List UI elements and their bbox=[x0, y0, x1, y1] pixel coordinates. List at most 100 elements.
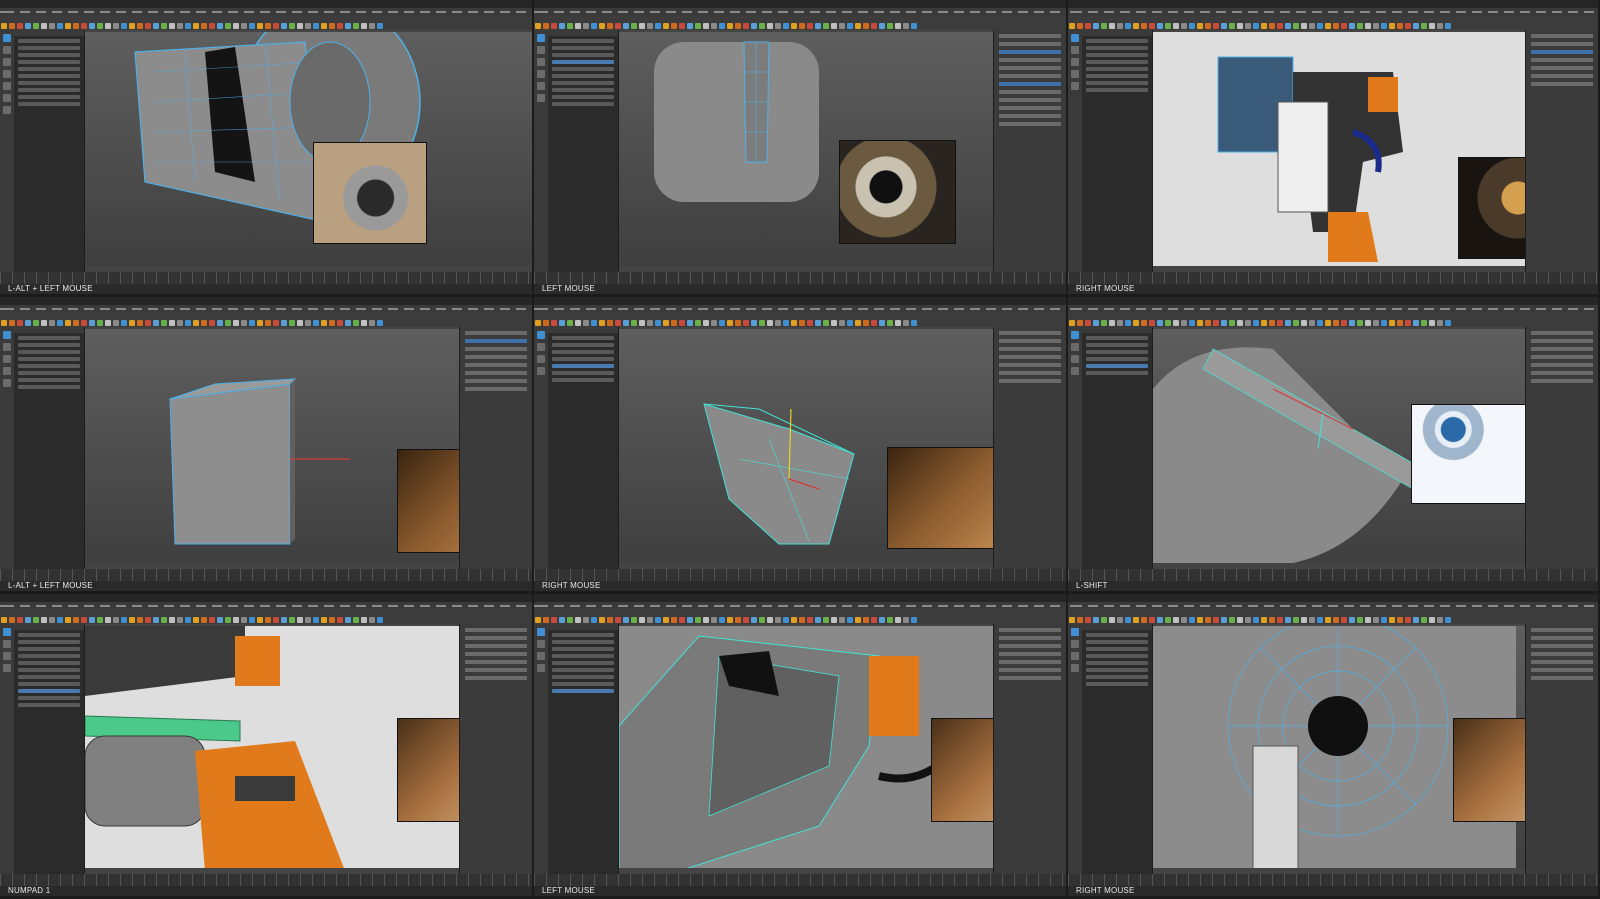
shelf-icon[interactable] bbox=[1085, 320, 1091, 326]
shelf-icon[interactable] bbox=[1173, 320, 1179, 326]
shelf-icon[interactable] bbox=[121, 320, 127, 326]
shelf-icon[interactable] bbox=[225, 320, 231, 326]
shelf-icon[interactable] bbox=[639, 320, 645, 326]
shelf-icon[interactable] bbox=[1117, 320, 1123, 326]
shelf-icon[interactable] bbox=[1165, 320, 1171, 326]
shelf-icon[interactable] bbox=[1149, 23, 1155, 29]
shelf-icon[interactable] bbox=[329, 23, 335, 29]
tool-icon[interactable] bbox=[537, 82, 545, 90]
shelf-icon[interactable] bbox=[719, 320, 725, 326]
outliner-panel[interactable] bbox=[14, 30, 85, 272]
shelf-icon[interactable] bbox=[1261, 617, 1267, 623]
shelf-icon[interactable] bbox=[1373, 23, 1379, 29]
shelf-icon[interactable] bbox=[193, 320, 199, 326]
shelf-icon[interactable] bbox=[1157, 320, 1163, 326]
shelf-icon[interactable] bbox=[735, 23, 741, 29]
shelf-icon[interactable] bbox=[233, 23, 239, 29]
shelf-icon[interactable] bbox=[249, 23, 255, 29]
shelf-icon[interactable] bbox=[201, 617, 207, 623]
outliner-panel[interactable] bbox=[1082, 327, 1153, 569]
shelf-icon[interactable] bbox=[1205, 320, 1211, 326]
shelf-icon[interactable] bbox=[1325, 617, 1331, 623]
shelf-icon[interactable] bbox=[719, 23, 725, 29]
shelf-icon[interactable] bbox=[1301, 23, 1307, 29]
shelf-icon[interactable] bbox=[871, 23, 877, 29]
tool-shelf[interactable] bbox=[534, 313, 1066, 327]
shelf-icon[interactable] bbox=[353, 23, 359, 29]
shelf-icon[interactable] bbox=[559, 23, 565, 29]
shelf-icon[interactable] bbox=[209, 320, 215, 326]
shelf-icon[interactable] bbox=[1253, 320, 1259, 326]
select-tool-icon[interactable] bbox=[3, 34, 11, 42]
shelf-icon[interactable] bbox=[767, 23, 773, 29]
shelf-icon[interactable] bbox=[591, 320, 597, 326]
shelf-icon[interactable] bbox=[289, 320, 295, 326]
shelf-icon[interactable] bbox=[121, 23, 127, 29]
move-tool-icon[interactable] bbox=[1071, 343, 1079, 351]
attribute-editor[interactable] bbox=[459, 327, 532, 569]
shelf-icon[interactable] bbox=[559, 320, 565, 326]
shelf-icon[interactable] bbox=[775, 617, 781, 623]
shelf-icon[interactable] bbox=[153, 320, 159, 326]
shelf-icon[interactable] bbox=[281, 23, 287, 29]
shelf-icon[interactable] bbox=[1165, 23, 1171, 29]
shelf-icon[interactable] bbox=[1349, 320, 1355, 326]
scale-tool-icon[interactable] bbox=[1071, 70, 1079, 78]
rotate-tool-icon[interactable] bbox=[537, 58, 545, 66]
tool-strip[interactable] bbox=[1068, 30, 1082, 272]
shelf-icon[interactable] bbox=[807, 320, 813, 326]
shelf-icon[interactable] bbox=[1117, 617, 1123, 623]
shelf-icon[interactable] bbox=[759, 320, 765, 326]
shelf-icon[interactable] bbox=[1445, 320, 1451, 326]
shelf-icon[interactable] bbox=[1277, 23, 1283, 29]
shelf-icon[interactable] bbox=[233, 320, 239, 326]
shelf-icon[interactable] bbox=[639, 617, 645, 623]
shelf-icon[interactable] bbox=[1205, 23, 1211, 29]
shelf-icon[interactable] bbox=[1141, 320, 1147, 326]
shelf-icon[interactable] bbox=[137, 320, 143, 326]
shelf-icon[interactable] bbox=[783, 23, 789, 29]
shelf-icon[interactable] bbox=[9, 320, 15, 326]
shelf-icon[interactable] bbox=[791, 23, 797, 29]
shelf-icon[interactable] bbox=[583, 617, 589, 623]
select-tool-icon[interactable] bbox=[1071, 34, 1079, 42]
rotate-tool-icon[interactable] bbox=[3, 355, 11, 363]
viewport[interactable] bbox=[1153, 32, 1526, 266]
timeline[interactable] bbox=[534, 272, 1066, 284]
shelf-icon[interactable] bbox=[847, 617, 853, 623]
shelf-icon[interactable] bbox=[89, 617, 95, 623]
shelf-icon[interactable] bbox=[1333, 617, 1339, 623]
shelf-icon[interactable] bbox=[631, 320, 637, 326]
shelf-icon[interactable] bbox=[289, 23, 295, 29]
shelf-icon[interactable] bbox=[1205, 617, 1211, 623]
shelf-icon[interactable] bbox=[297, 23, 303, 29]
shelf-icon[interactable] bbox=[647, 23, 653, 29]
outliner-panel[interactable] bbox=[14, 624, 85, 874]
shelf-icon[interactable] bbox=[1269, 23, 1275, 29]
menu-bar[interactable] bbox=[1068, 8, 1598, 16]
shelf-icon[interactable] bbox=[607, 617, 613, 623]
shelf-icon[interactable] bbox=[783, 617, 789, 623]
shelf-icon[interactable] bbox=[33, 617, 39, 623]
shelf-icon[interactable] bbox=[703, 23, 709, 29]
shelf-icon[interactable] bbox=[887, 320, 893, 326]
shelf-icon[interactable] bbox=[1109, 617, 1115, 623]
shelf-icon[interactable] bbox=[1173, 617, 1179, 623]
shelf-icon[interactable] bbox=[1285, 617, 1291, 623]
shelf-icon[interactable] bbox=[25, 23, 31, 29]
shelf-icon[interactable] bbox=[679, 320, 685, 326]
shelf-icon[interactable] bbox=[863, 23, 869, 29]
tool-strip[interactable] bbox=[0, 30, 14, 272]
shelf-icon[interactable] bbox=[759, 617, 765, 623]
shelf-icon[interactable] bbox=[1213, 320, 1219, 326]
shelf-icon[interactable] bbox=[249, 320, 255, 326]
shelf-icon[interactable] bbox=[17, 23, 23, 29]
shelf-icon[interactable] bbox=[313, 617, 319, 623]
viewport[interactable] bbox=[1153, 626, 1526, 868]
move-tool-icon[interactable] bbox=[537, 640, 545, 648]
shelf-icon[interactable] bbox=[1357, 320, 1363, 326]
shelf-icon[interactable] bbox=[337, 617, 343, 623]
shelf-icon[interactable] bbox=[543, 320, 549, 326]
shelf-icon[interactable] bbox=[1237, 23, 1243, 29]
shelf-icon[interactable] bbox=[623, 320, 629, 326]
